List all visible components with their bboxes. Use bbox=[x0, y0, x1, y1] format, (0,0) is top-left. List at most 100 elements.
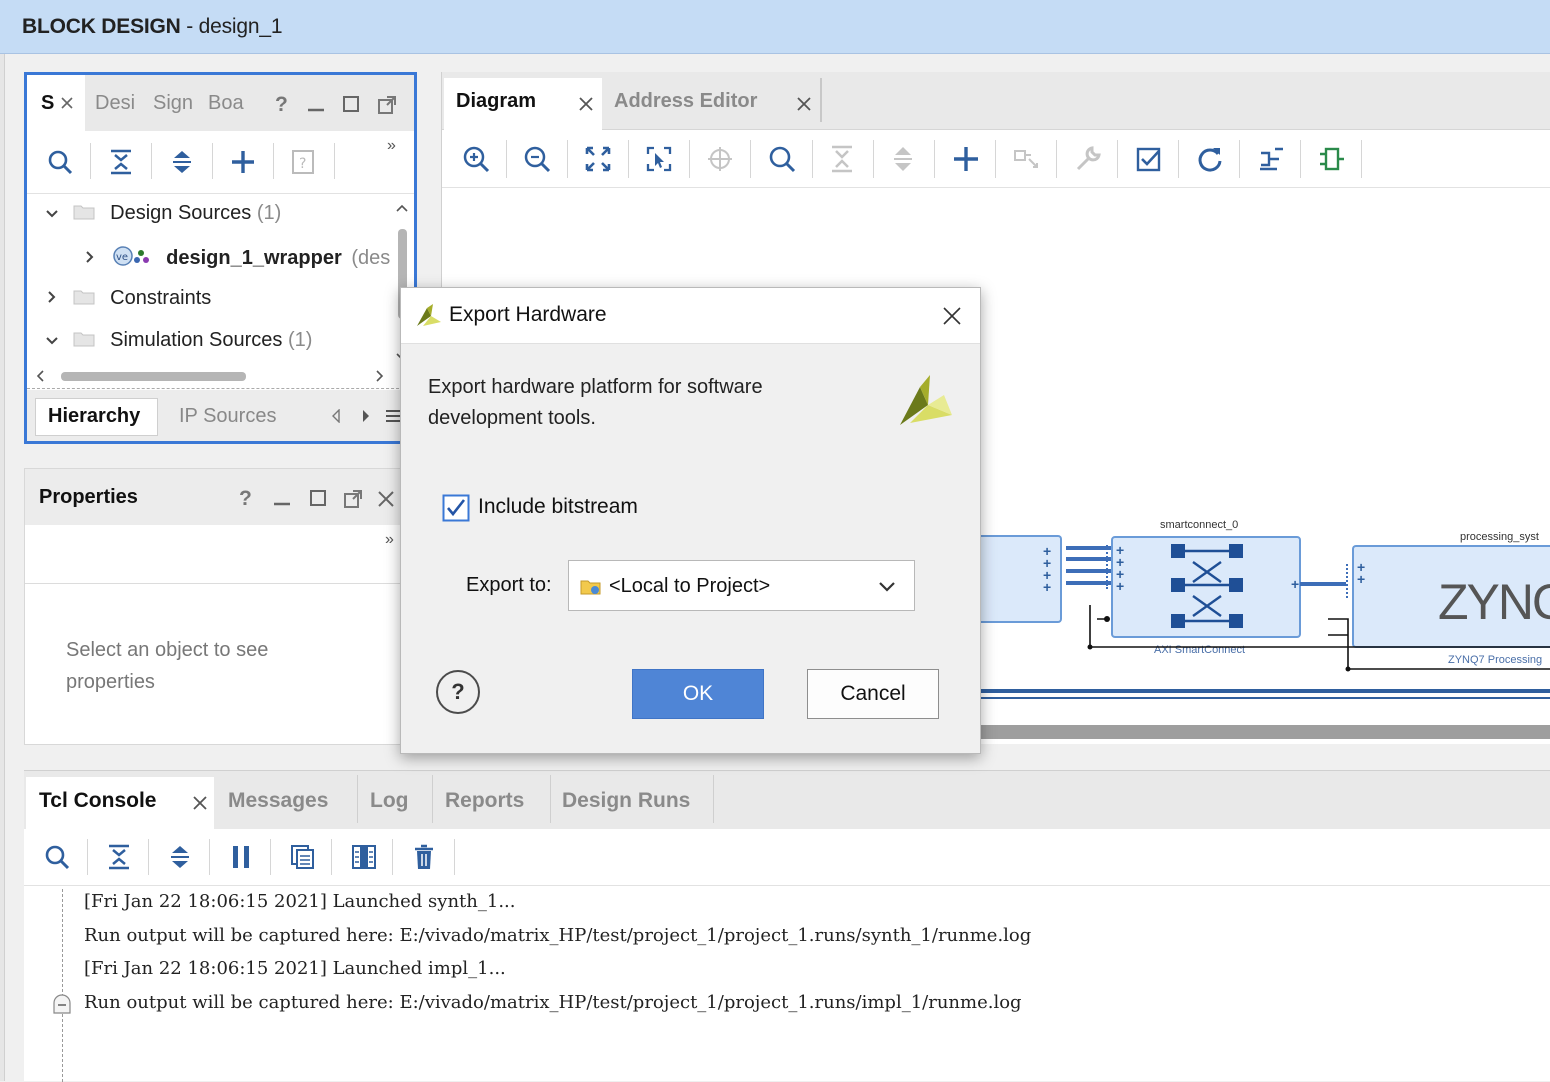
properties-empty-line2: properties bbox=[66, 671, 155, 693]
search-icon[interactable] bbox=[44, 844, 70, 870]
source-properties-icon: ? bbox=[291, 149, 315, 175]
chevron-down-icon[interactable] bbox=[43, 336, 61, 346]
search-icon[interactable] bbox=[768, 145, 796, 173]
expand-all-icon[interactable] bbox=[168, 844, 192, 870]
dialog-description-line2: development tools. bbox=[428, 407, 596, 429]
title-bar: BLOCK DESIGN - design_1 bbox=[0, 0, 1550, 54]
svg-text:?: ? bbox=[299, 156, 306, 172]
verilog-block-icon: ve bbox=[112, 245, 153, 267]
menu-icon[interactable] bbox=[385, 409, 401, 423]
diagram-tab-bar: Diagram Address Editor bbox=[442, 72, 1550, 130]
zoom-in-icon[interactable] bbox=[462, 145, 490, 173]
tree-suffix: (des bbox=[351, 247, 391, 269]
add-sources-icon[interactable] bbox=[230, 149, 256, 175]
tab-messages[interactable]: Messages bbox=[228, 789, 328, 813]
sources-panel: S Desi Sign Boa ? ? » Design Sources (1)… bbox=[24, 72, 417, 444]
tcl-console-panel: Tcl Console Messages Log Reports Design … bbox=[24, 770, 1550, 1082]
tree-item-design-sources[interactable]: Design Sources (1) bbox=[43, 202, 281, 242]
console-line: [Fri Jan 22 18:06:15 2021] Launched synt… bbox=[84, 891, 516, 912]
folder-icon bbox=[580, 578, 602, 596]
maximize-icon[interactable] bbox=[309, 489, 327, 507]
scroll-right-icon[interactable] bbox=[361, 409, 371, 423]
ps-name: processing_syst bbox=[1460, 531, 1539, 543]
ok-button[interactable]: OK bbox=[632, 669, 764, 719]
pause-icon[interactable] bbox=[230, 844, 252, 870]
chevron-down-icon[interactable] bbox=[43, 209, 61, 219]
export-hardware-dialog: Export Hardware Export hardware platform… bbox=[400, 287, 981, 754]
tab-address-editor[interactable]: Address Editor bbox=[614, 90, 757, 113]
folder-icon bbox=[73, 288, 95, 305]
copy-icon[interactable] bbox=[290, 844, 316, 870]
tab-diagram[interactable]: Diagram bbox=[456, 90, 536, 113]
tab-ip-sources[interactable]: IP Sources bbox=[179, 405, 276, 428]
trash-icon[interactable] bbox=[413, 844, 435, 870]
fold-icon[interactable] bbox=[52, 993, 72, 1015]
tab-tcl-console[interactable]: Tcl Console bbox=[39, 789, 156, 813]
tab-signals[interactable]: Sign bbox=[153, 92, 193, 115]
tab-reports[interactable]: Reports bbox=[445, 789, 524, 813]
console-line: Run output will be captured here: E:/viv… bbox=[84, 992, 1022, 1013]
refresh-icon[interactable] bbox=[1196, 145, 1224, 173]
zoom-fit-icon[interactable] bbox=[584, 145, 612, 173]
tree-label: Constraints bbox=[110, 287, 212, 309]
toolbar-overflow[interactable]: » bbox=[385, 531, 394, 549]
tree-item-constraints[interactable]: Constraints bbox=[43, 287, 211, 327]
tab-sources[interactable]: S bbox=[41, 92, 54, 115]
close-icon[interactable] bbox=[61, 97, 73, 109]
close-icon[interactable] bbox=[579, 97, 593, 111]
diagram-toolbar bbox=[442, 130, 1550, 188]
dialog-description-line1: Export hardware platform for software bbox=[428, 376, 763, 398]
tree-count: (1) bbox=[288, 329, 313, 351]
tree-count: (1) bbox=[256, 202, 282, 224]
validate-design-icon[interactable] bbox=[1135, 145, 1163, 173]
help-icon[interactable]: ? bbox=[275, 93, 288, 117]
chevron-down-icon[interactable] bbox=[878, 581, 896, 593]
ip-block-icon[interactable] bbox=[1318, 145, 1346, 173]
help-button[interactable]: ? bbox=[436, 670, 480, 714]
expand-all-icon bbox=[891, 145, 915, 173]
include-bitstream-checkbox[interactable] bbox=[442, 494, 470, 522]
tree-item-design-wrapper[interactable]: ve design_1_wrapper (des bbox=[83, 245, 390, 285]
close-icon[interactable] bbox=[193, 796, 207, 810]
tab-board[interactable]: Boa bbox=[208, 92, 244, 115]
chevron-right-icon[interactable] bbox=[43, 290, 61, 304]
diagram-horizontal-scrollbar[interactable] bbox=[972, 725, 1550, 739]
close-icon[interactable] bbox=[797, 97, 811, 111]
horizontal-scrollbar[interactable] bbox=[35, 367, 385, 385]
maximize-icon[interactable] bbox=[342, 95, 360, 113]
close-icon[interactable] bbox=[377, 490, 395, 508]
zoom-out-icon[interactable] bbox=[523, 145, 551, 173]
dialog-title-bar: Export Hardware bbox=[401, 288, 980, 344]
close-icon[interactable] bbox=[943, 307, 961, 325]
zoom-selection-icon[interactable] bbox=[645, 145, 673, 173]
toolbar-overflow[interactable]: » bbox=[387, 137, 396, 155]
tab-hierarchy[interactable]: Hierarchy bbox=[48, 405, 140, 428]
sources-tab-bar: S Desi Sign Boa ? bbox=[27, 75, 414, 131]
tree-item-simulation-sources[interactable]: Simulation Sources (1) bbox=[43, 329, 312, 369]
tab-log[interactable]: Log bbox=[370, 789, 408, 813]
cancel-button[interactable]: Cancel bbox=[807, 669, 939, 719]
tab-design-runs[interactable]: Design Runs bbox=[562, 789, 690, 813]
properties-empty-line1: Select an object to see bbox=[66, 639, 269, 661]
help-icon[interactable]: ? bbox=[239, 487, 252, 511]
expand-all-icon[interactable] bbox=[170, 149, 194, 175]
scroll-left-icon[interactable] bbox=[331, 409, 341, 423]
collapse-all-icon[interactable] bbox=[107, 844, 131, 870]
minimize-icon[interactable] bbox=[307, 95, 325, 113]
regenerate-layout-icon[interactable] bbox=[1257, 145, 1285, 173]
minimize-icon[interactable] bbox=[273, 489, 291, 507]
folder-icon bbox=[73, 203, 95, 220]
include-bitstream-label[interactable]: Include bitstream bbox=[478, 495, 638, 519]
center-icon bbox=[706, 145, 734, 173]
tab-design[interactable]: Desi bbox=[95, 92, 135, 115]
export-to-value: <Local to Project> bbox=[609, 575, 771, 597]
columns-icon[interactable] bbox=[351, 844, 377, 870]
float-icon[interactable] bbox=[343, 489, 363, 509]
collapse-all-icon[interactable] bbox=[109, 149, 133, 175]
search-icon[interactable] bbox=[47, 149, 73, 175]
port-plus-icons: + + + + bbox=[1043, 543, 1052, 595]
float-icon[interactable] bbox=[377, 95, 397, 115]
add-ip-icon[interactable] bbox=[952, 145, 980, 173]
export-to-select[interactable]: <Local to Project> bbox=[568, 560, 915, 611]
chevron-right-icon[interactable] bbox=[83, 250, 97, 264]
